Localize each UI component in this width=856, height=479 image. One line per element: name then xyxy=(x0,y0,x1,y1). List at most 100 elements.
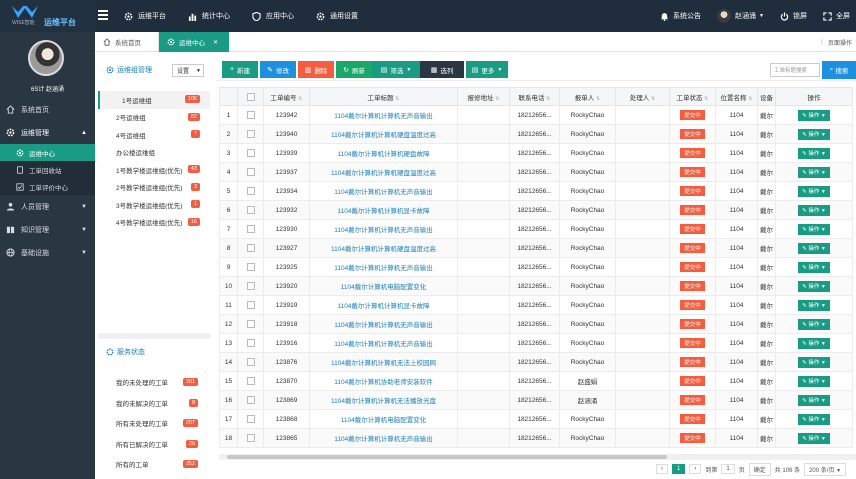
row-select[interactable] xyxy=(237,371,264,391)
sidebar-item-home[interactable]: 系统首页 xyxy=(0,98,95,121)
table-row[interactable]: 5 123934 1104戴尔计算机计算机无声音输出 18212656... Rocky… xyxy=(219,181,853,201)
close-icon[interactable]: ✕ xyxy=(213,39,218,46)
columns-button[interactable]: ▦ 选列 xyxy=(420,61,464,78)
col-location[interactable]: 位置名称 ⇅ xyxy=(715,87,758,106)
row-select[interactable] xyxy=(237,295,264,315)
row-select[interactable] xyxy=(237,200,264,220)
filter-button[interactable]: ▤ 筛选 ▼ xyxy=(372,61,420,78)
table-row[interactable]: 18 123865 1104戴尔计算机计算机无声音输出 18212656... Rock… xyxy=(219,428,853,448)
topnav-ops[interactable]: 运维平台 xyxy=(124,0,166,32)
ticket-title[interactable]: 1104戴尔计算机电脑配置变化 xyxy=(309,276,458,296)
col-id[interactable]: 工单编号 ⇅ xyxy=(263,87,310,106)
prev-page-button[interactable]: ‹ xyxy=(656,464,668,474)
row-checkbox[interactable] xyxy=(246,282,255,290)
row-select[interactable] xyxy=(237,428,264,448)
row-select[interactable] xyxy=(237,238,264,258)
list-item[interactable]: 我的未解决的工单 8 xyxy=(98,393,210,414)
table-row[interactable]: 14 123876 1104戴尔计算机计算机无法上校园网 18212656... Roc… xyxy=(219,352,853,372)
operation-button[interactable]: ✎ 操作 ▼ xyxy=(798,166,830,178)
operation-button[interactable]: ✎ 操作 ▼ xyxy=(798,242,830,254)
horizontal-scrollbar[interactable] xyxy=(219,454,856,460)
col-phone[interactable]: 联系电话 ⇅ xyxy=(509,87,560,106)
table-row[interactable]: 13 123916 1104戴尔计算机计算机无声音输出 18212656... Rock… xyxy=(219,333,853,353)
row-checkbox[interactable] xyxy=(246,244,255,252)
operation-button[interactable]: ✎ 操作 ▼ xyxy=(798,128,830,140)
row-checkbox[interactable] xyxy=(246,434,255,442)
topnav-apps[interactable]: 应用中心 xyxy=(252,0,294,32)
row-checkbox[interactable] xyxy=(246,263,255,271)
page-button[interactable]: 1 xyxy=(672,464,686,474)
table-row[interactable]: 11 123919 1104戴尔计算机计算机显卡故障 18212656... Rocky… xyxy=(219,295,853,315)
row-select[interactable] xyxy=(237,390,264,410)
col-title[interactable]: 工单标题 ⇅ xyxy=(309,87,458,106)
select-all-checkbox[interactable] xyxy=(246,92,255,101)
group-settings-select[interactable]: 设置 ▼ xyxy=(172,64,204,77)
row-select[interactable] xyxy=(237,276,264,296)
operation-button[interactable]: ✎ 操作 ▼ xyxy=(798,432,830,444)
col-reporter[interactable]: 报单人 ⇅ xyxy=(559,87,616,106)
goto-page-input[interactable]: 1 xyxy=(721,464,735,474)
row-checkbox[interactable] xyxy=(246,187,255,195)
operation-button[interactable]: ✎ 操作 ▼ xyxy=(798,261,830,273)
table-row[interactable]: 16 123869 1104戴尔计算机计算机无法播放光盘 18212656... 赵涵涌… xyxy=(219,390,853,410)
row-checkbox[interactable] xyxy=(246,339,255,347)
row-checkbox[interactable] xyxy=(246,320,255,328)
row-select[interactable] xyxy=(237,314,264,334)
ticket-title[interactable]: 1104戴尔计算机计算机无声音输出 xyxy=(309,314,458,334)
table-row[interactable]: 12 123918 1104戴尔计算机计算机无声音输出 18212656... Rock… xyxy=(219,314,853,334)
operation-button[interactable]: ✎ 操作 ▼ xyxy=(798,356,830,368)
row-select[interactable] xyxy=(237,352,264,372)
topnav-settings[interactable]: 通用设置 xyxy=(316,0,358,32)
list-item[interactable]: 我的未处理的工单 201 xyxy=(98,372,210,393)
add-button[interactable]: + 新建 xyxy=(222,61,258,78)
refresh-button[interactable]: ↻ 刷新 xyxy=(336,61,372,78)
list-item[interactable]: 所有的工单 252 xyxy=(98,454,210,475)
operation-button[interactable]: ✎ 操作 ▼ xyxy=(798,318,830,330)
operation-button[interactable]: ✎ 操作 ▼ xyxy=(798,280,830,292)
col-device[interactable]: 设备 xyxy=(757,87,776,106)
list-item[interactable]: 4号运维组 7 xyxy=(98,126,210,144)
ticket-title[interactable]: 1104戴尔计算机计算机硬盘温度过高 xyxy=(309,238,458,258)
row-select[interactable] xyxy=(237,105,264,125)
operation-button[interactable]: ✎ 操作 ▼ xyxy=(798,413,830,425)
table-row[interactable]: 17 123868 1104戴尔计算机电脑配置变化 18212656... RockyC… xyxy=(219,409,853,429)
goto-confirm-button[interactable]: 确定 xyxy=(748,462,771,476)
next-page-button[interactable]: › xyxy=(689,464,702,474)
row-select[interactable] xyxy=(237,257,264,277)
row-checkbox[interactable] xyxy=(246,415,255,423)
list-item[interactable]: 所有已解决的工单 29 xyxy=(98,434,210,455)
page-operation-button[interactable]: ⋮ 页面操作 xyxy=(819,38,852,47)
ticket-title[interactable]: 1104戴尔计算机计算机显卡故障 xyxy=(309,295,458,315)
sidebar-sub-ops-center[interactable]: 运维中心 xyxy=(0,144,95,161)
delete-button[interactable]: ▥ 删除 xyxy=(298,61,334,78)
table-row[interactable]: 9 123925 1104戴尔计算机计算机无声音输出 18212656... Rocky… xyxy=(219,257,853,277)
table-row[interactable]: 10 123920 1104戴尔计算机电脑配置变化 18212656... RockyC… xyxy=(219,276,853,296)
row-checkbox[interactable] xyxy=(246,377,255,385)
sidebar-sub-evaluation[interactable]: 工单评价中心 xyxy=(0,178,95,195)
table-row[interactable]: 8 123927 1104戴尔计算机计算机硬盘温度过高 18212656... Rock… xyxy=(219,238,853,258)
page-size-select[interactable]: 200 条/页 ▼ xyxy=(804,462,847,476)
table-row[interactable]: 1 123942 1104戴尔计算机计算机无声音输出 18212656... Rocky… xyxy=(219,105,853,125)
list-item[interactable]: 3号教学楼运维组(优先) 1 xyxy=(98,196,210,214)
avatar[interactable] xyxy=(28,40,64,76)
sidebar-item-people[interactable]: 人员管理 ▼ xyxy=(0,195,95,218)
row-checkbox[interactable] xyxy=(246,149,255,157)
ticket-title[interactable]: 1104戴尔计算机计算机硬盘温度过高 xyxy=(309,162,458,182)
operation-button[interactable]: ✎ 操作 ▼ xyxy=(798,223,830,235)
ticket-title[interactable]: 1104戴尔计算机计算机无声音输出 xyxy=(309,181,458,201)
ticket-title[interactable]: 1104戴尔计算机计算机硬盘故障 xyxy=(309,143,458,163)
row-checkbox[interactable] xyxy=(246,130,255,138)
sidebar-sub-recycle[interactable]: 工单回收站 xyxy=(0,161,95,178)
search-input[interactable]: 工单标题搜索 xyxy=(770,63,820,77)
list-item[interactable]: 2号教学楼运维组(优先) 3 xyxy=(98,179,210,197)
tab-ops-center[interactable]: 运维中心 ✕ xyxy=(159,32,229,52)
notice-link[interactable]: 系统公告 xyxy=(660,11,701,21)
col-address[interactable]: 报修地址 ⇅ xyxy=(457,87,510,106)
row-select[interactable] xyxy=(237,124,264,144)
fullscreen-link[interactable]: 全屏 xyxy=(823,11,850,21)
operation-button[interactable]: ✎ 操作 ▼ xyxy=(798,109,830,121)
scrollbar-thumb[interactable] xyxy=(227,455,667,459)
search-button[interactable]: ⌕ 搜索 xyxy=(822,61,856,79)
row-checkbox[interactable] xyxy=(246,358,255,366)
ticket-title[interactable]: 1104戴尔计算机协助老师安装软件 xyxy=(309,371,458,391)
